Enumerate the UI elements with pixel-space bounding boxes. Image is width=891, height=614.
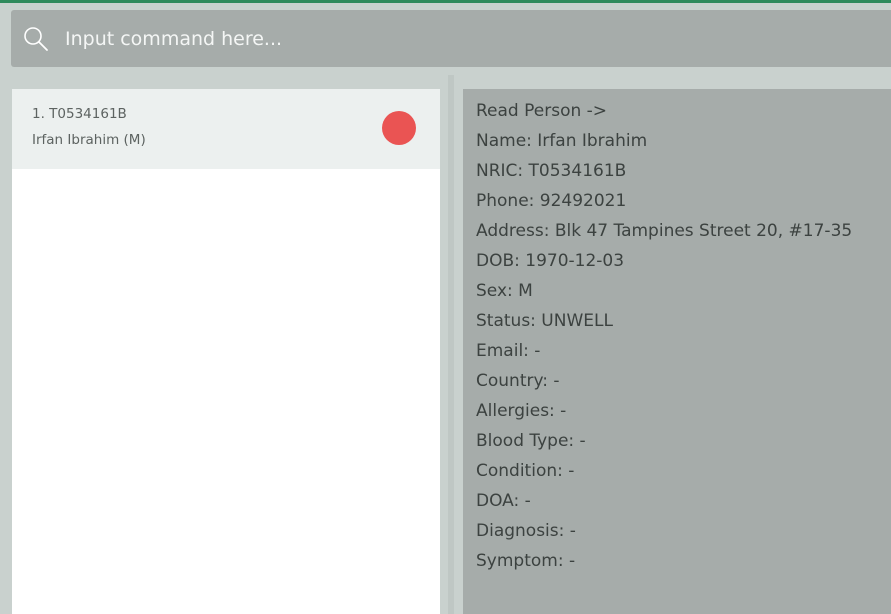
command-bar[interactable] xyxy=(11,10,891,67)
status-indicator-dot xyxy=(382,111,416,145)
detail-name: Name: Irfan Ibrahim xyxy=(476,131,648,151)
detail-condition: Condition: - xyxy=(476,461,575,481)
person-list-panel[interactable]: 1. T0534161B Irfan Ibrahim (M) xyxy=(12,89,440,614)
detail-allergies: Allergies: - xyxy=(476,401,567,421)
detail-blood-type: Blood Type: - xyxy=(476,431,586,451)
person-card-name: Irfan Ibrahim (M) xyxy=(32,132,146,148)
detail-country: Country: - xyxy=(476,371,560,391)
detail-symptom: Symptom: - xyxy=(476,551,576,571)
person-card[interactable]: 1. T0534161B Irfan Ibrahim (M) xyxy=(12,89,440,169)
person-card-index-id: 1. T0534161B xyxy=(32,106,127,122)
detail-nric: NRIC: T0534161B xyxy=(476,161,627,181)
detail-phone: Phone: 92492021 xyxy=(476,191,627,211)
detail-dob: DOB: 1970-12-03 xyxy=(476,251,625,271)
detail-email: Email: - xyxy=(476,341,541,361)
detail-lines: Read Person -> Name: Irfan Ibrahim NRIC:… xyxy=(476,98,852,578)
panel-divider[interactable] xyxy=(448,75,454,614)
detail-diagnosis: Diagnosis: - xyxy=(476,521,576,541)
detail-address: Address: Blk 47 Tampines Street 20, #17-… xyxy=(476,221,853,241)
app-window: 1. T0534161B Irfan Ibrahim (M) Read Pers… xyxy=(0,0,891,614)
detail-header: Read Person -> xyxy=(476,101,608,121)
detail-doa: DOA: - xyxy=(476,491,531,511)
main-content: 1. T0534161B Irfan Ibrahim (M) Read Pers… xyxy=(0,75,891,614)
detail-sex: Sex: M xyxy=(476,281,533,301)
window-top-border xyxy=(0,0,891,3)
command-input[interactable] xyxy=(65,18,891,59)
detail-status: Status: UNWELL xyxy=(476,311,613,331)
search-icon xyxy=(24,26,48,51)
person-detail-panel: Read Person -> Name: Irfan Ibrahim NRIC:… xyxy=(463,89,891,614)
